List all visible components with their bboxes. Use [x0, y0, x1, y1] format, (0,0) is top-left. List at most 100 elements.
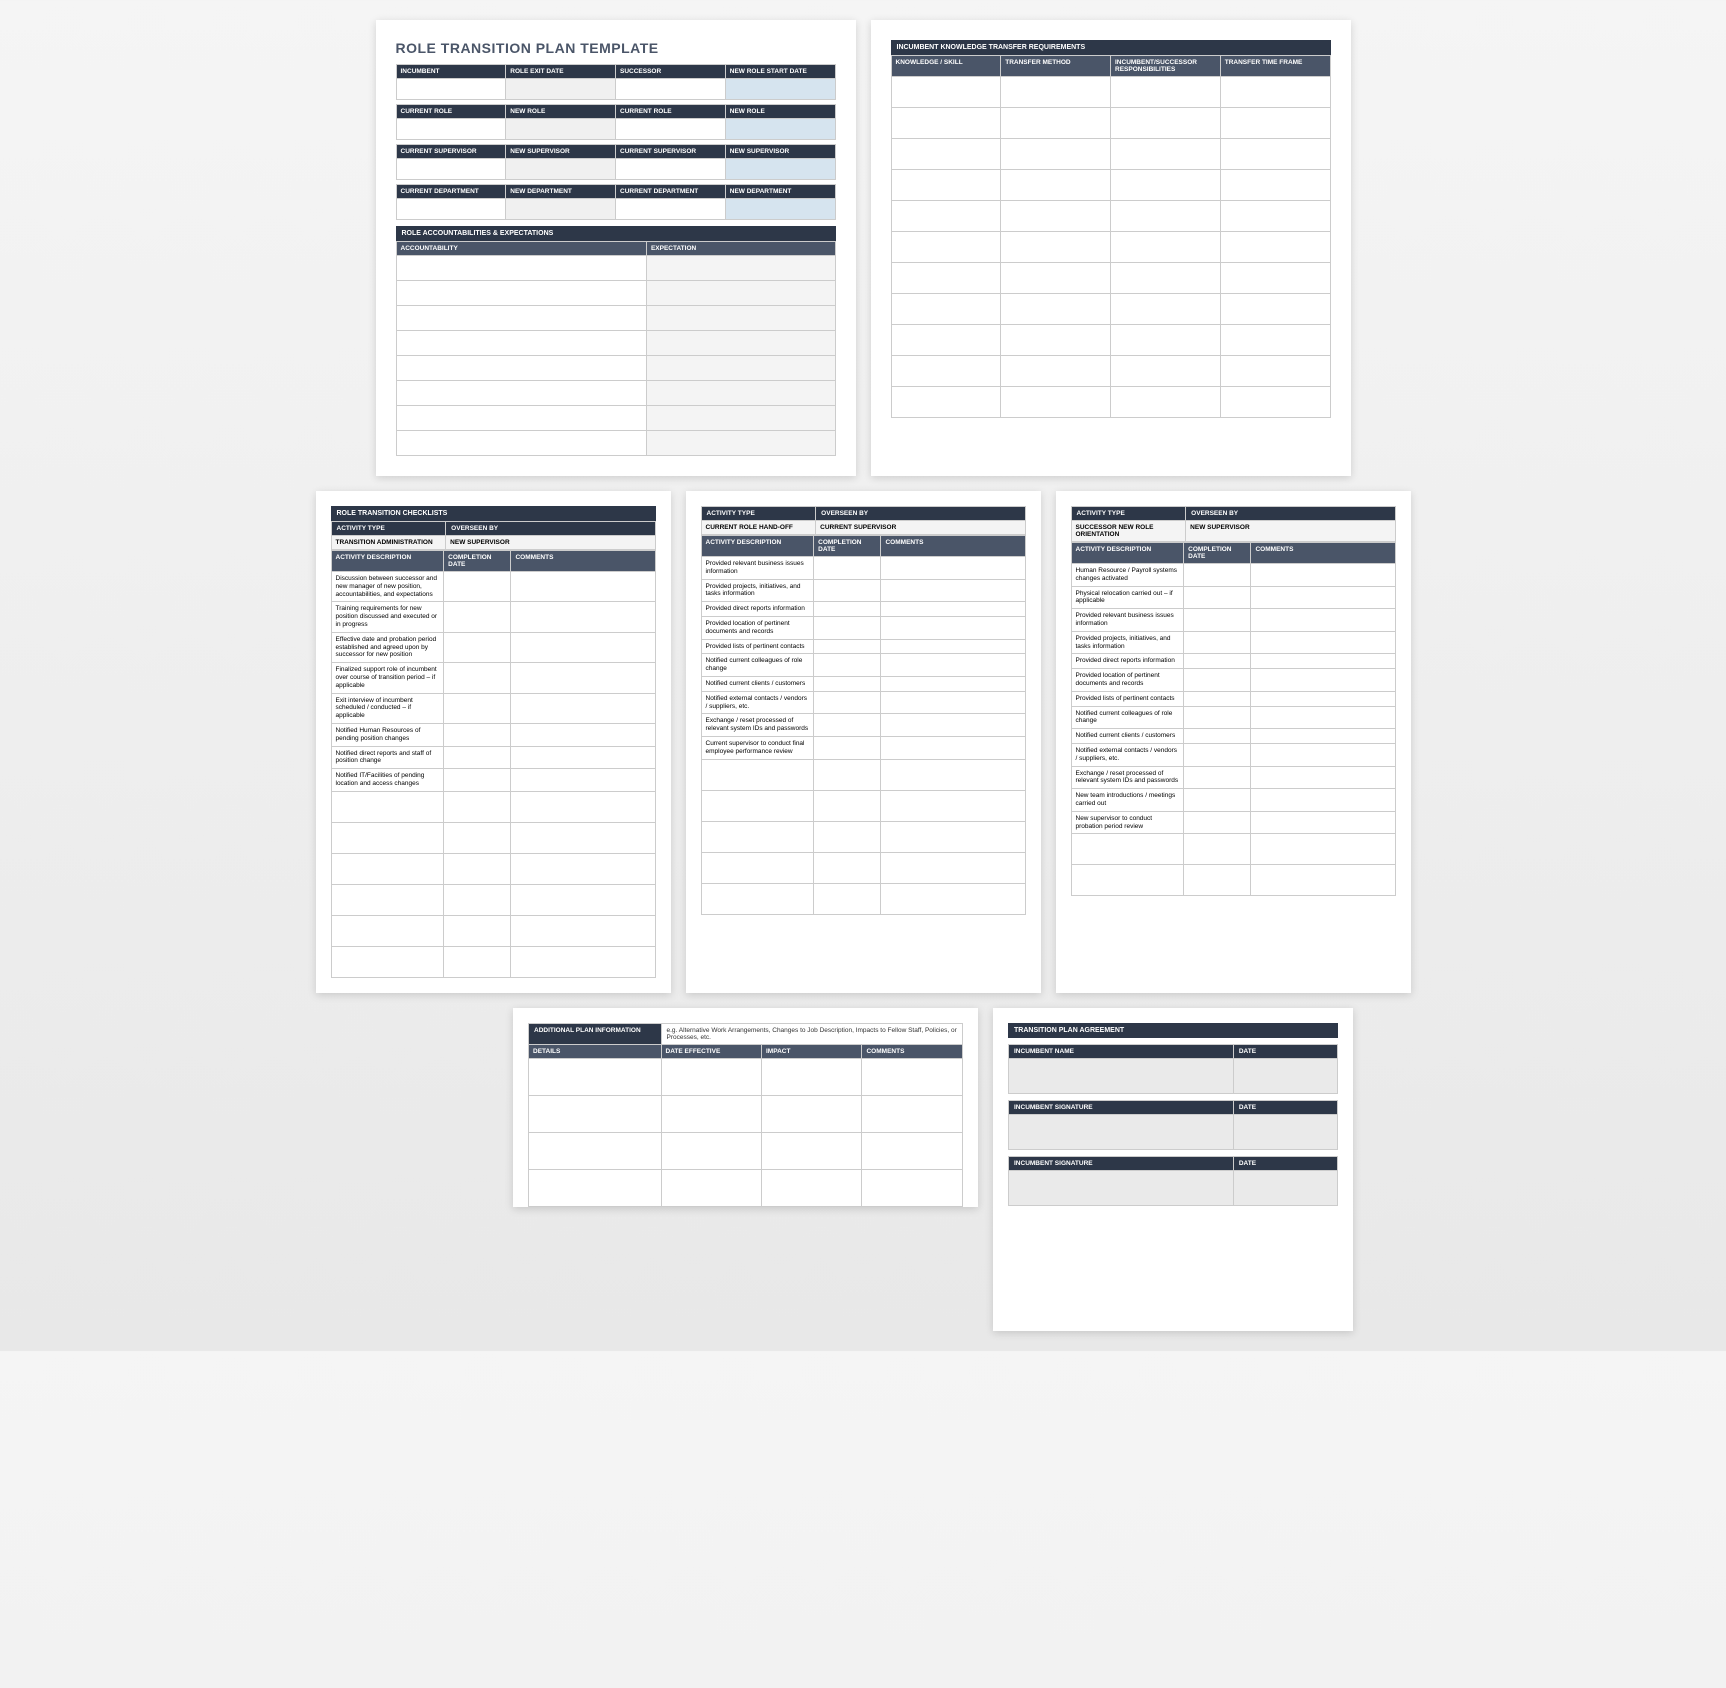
comments-input[interactable] [511, 822, 655, 853]
comments-input[interactable] [881, 616, 1025, 639]
comments-input[interactable] [1251, 654, 1395, 669]
completion-date-input[interactable] [444, 746, 511, 769]
comments-input[interactable] [881, 639, 1025, 654]
completion-date-input[interactable] [1184, 766, 1251, 789]
incumbent-name-input[interactable] [1009, 1058, 1234, 1093]
comments-input[interactable] [1251, 586, 1395, 609]
completion-date-input[interactable] [1184, 729, 1251, 744]
activity-description: Provided lists of pertinent contacts [701, 639, 814, 654]
comments-input[interactable] [511, 723, 655, 746]
comments-input[interactable] [1251, 834, 1395, 865]
comments-input[interactable] [1251, 609, 1395, 632]
comments-input[interactable] [511, 693, 655, 723]
completion-date-input[interactable] [444, 946, 511, 977]
completion-date-input[interactable] [814, 616, 881, 639]
completion-date-input[interactable] [444, 572, 511, 602]
comments-input[interactable] [881, 852, 1025, 883]
comments-input[interactable] [511, 746, 655, 769]
completion-date-input[interactable] [1184, 564, 1251, 587]
date-input[interactable] [1233, 1114, 1337, 1149]
completion-date-input[interactable] [444, 769, 511, 792]
completion-date-input[interactable] [1184, 811, 1251, 834]
completion-date-input[interactable] [444, 693, 511, 723]
comments-input[interactable] [1251, 564, 1395, 587]
comments-input[interactable] [881, 759, 1025, 790]
comments-input[interactable] [881, 736, 1025, 759]
completion-date-input[interactable] [814, 736, 881, 759]
agreement-header: TRANSITION PLAN AGREEMENT [1008, 1023, 1338, 1038]
completion-date-input[interactable] [444, 884, 511, 915]
comments-input[interactable] [1251, 789, 1395, 812]
comments-input[interactable] [1251, 669, 1395, 692]
completion-date-input[interactable] [1184, 654, 1251, 669]
completion-date-input[interactable] [1184, 834, 1251, 865]
completion-date-input[interactable] [444, 632, 511, 662]
completion-date-input[interactable] [814, 602, 881, 617]
comments-input[interactable] [511, 572, 655, 602]
comments-input[interactable] [511, 915, 655, 946]
comments-input[interactable] [1251, 729, 1395, 744]
comments-input[interactable] [881, 676, 1025, 691]
incumbent-input[interactable] [396, 79, 506, 100]
completion-date-input[interactable] [1184, 691, 1251, 706]
comments-input[interactable] [881, 821, 1025, 852]
comments-input[interactable] [511, 602, 655, 632]
completion-date-input[interactable] [814, 852, 881, 883]
completion-date-input[interactable] [814, 883, 881, 914]
completion-date-input[interactable] [814, 557, 881, 580]
completion-date-input[interactable] [1184, 789, 1251, 812]
comments-input[interactable] [881, 883, 1025, 914]
comments-input[interactable] [881, 691, 1025, 714]
completion-date-input[interactable] [1184, 586, 1251, 609]
completion-date-input[interactable] [444, 915, 511, 946]
completion-date-input[interactable] [814, 759, 881, 790]
completion-date-input[interactable] [814, 676, 881, 691]
comments-input[interactable] [1251, 811, 1395, 834]
completion-date-input[interactable] [444, 723, 511, 746]
comments-input[interactable] [1251, 766, 1395, 789]
comments-input[interactable] [881, 790, 1025, 821]
comments-input[interactable] [1251, 743, 1395, 766]
completion-date-input[interactable] [1184, 743, 1251, 766]
completion-date-input[interactable] [444, 853, 511, 884]
comments-input[interactable] [881, 602, 1025, 617]
date-input[interactable] [1233, 1058, 1337, 1093]
completion-date-input[interactable] [814, 790, 881, 821]
completion-date-input[interactable] [444, 822, 511, 853]
completion-date-input[interactable] [814, 714, 881, 737]
comments-input[interactable] [511, 946, 655, 977]
completion-date-input[interactable] [814, 579, 881, 602]
role-exit-date-input[interactable] [506, 79, 616, 100]
incumbent-signature-input[interactable] [1009, 1114, 1234, 1149]
comments-input[interactable] [511, 884, 655, 915]
comments-input[interactable] [511, 632, 655, 662]
comments-input[interactable] [511, 791, 655, 822]
comments-input[interactable] [1251, 691, 1395, 706]
completion-date-input[interactable] [1184, 669, 1251, 692]
completion-date-input[interactable] [444, 602, 511, 632]
comments-input[interactable] [881, 557, 1025, 580]
new-role-start-date-input[interactable] [725, 79, 835, 100]
comments-input[interactable] [1251, 865, 1395, 896]
comments-input[interactable] [1251, 706, 1395, 729]
comments-input[interactable] [881, 654, 1025, 677]
completion-date-input[interactable] [814, 639, 881, 654]
date-input[interactable] [1233, 1170, 1337, 1205]
comments-input[interactable] [1251, 631, 1395, 654]
comments-input[interactable] [511, 663, 655, 693]
comments-input[interactable] [881, 714, 1025, 737]
completion-date-input[interactable] [1184, 865, 1251, 896]
completion-date-input[interactable] [1184, 631, 1251, 654]
comments-input[interactable] [511, 769, 655, 792]
completion-date-input[interactable] [444, 663, 511, 693]
completion-date-input[interactable] [814, 691, 881, 714]
comments-input[interactable] [511, 853, 655, 884]
completion-date-input[interactable] [1184, 609, 1251, 632]
completion-date-input[interactable] [1184, 706, 1251, 729]
completion-date-input[interactable] [444, 791, 511, 822]
incumbent-signature-input-2[interactable] [1009, 1170, 1234, 1205]
successor-input[interactable] [616, 79, 726, 100]
completion-date-input[interactable] [814, 654, 881, 677]
completion-date-input[interactable] [814, 821, 881, 852]
comments-input[interactable] [881, 579, 1025, 602]
